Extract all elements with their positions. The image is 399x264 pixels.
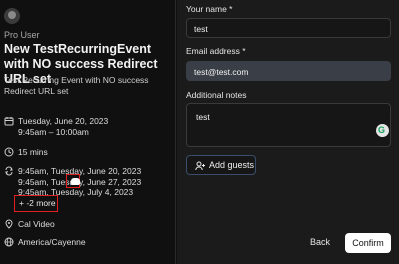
email-label: Email address * [186, 46, 246, 56]
event-time: 9:45am – 10:00am [18, 127, 89, 137]
more-occurrences-button[interactable]: + -2 more [14, 195, 58, 212]
event-duration: 15 mins [18, 147, 48, 157]
globe-icon [4, 237, 14, 247]
repeat-icon [5, 166, 13, 176]
grammarly-icon[interactable] [376, 124, 389, 137]
location-icon [5, 219, 13, 229]
add-guests-button[interactable]: Add guests [186, 155, 256, 175]
host-name: Pro User [4, 30, 40, 40]
notes-label: Additional notes [186, 90, 247, 100]
back-button[interactable]: Back [310, 237, 330, 247]
name-label: Your name * [186, 4, 233, 14]
user-plus-icon [195, 161, 205, 171]
confirm-button[interactable]: Confirm [345, 233, 391, 253]
event-summary-panel: Pro User New TestRecurringEvent with NO … [0, 0, 176, 264]
event-date: Tuesday, June 20, 2023 [18, 116, 109, 126]
notes-textarea[interactable]: test [186, 103, 391, 147]
avatar [4, 8, 20, 24]
add-guests-label: Add guests [209, 160, 255, 170]
calendar-icon [4, 117, 14, 126]
clock-icon [4, 147, 14, 157]
event-description: Test Recurring Event with NO success Red… [4, 75, 149, 96]
event-location: Cal Video [18, 219, 55, 229]
email-input[interactable]: test@test.com [186, 61, 391, 81]
booking-form: Your name * test Email address * test@te… [177, 0, 399, 264]
name-input[interactable]: test [186, 18, 391, 38]
mouse-cursor [71, 178, 80, 185]
event-timezone[interactable]: America/Cayenne [18, 237, 86, 248]
